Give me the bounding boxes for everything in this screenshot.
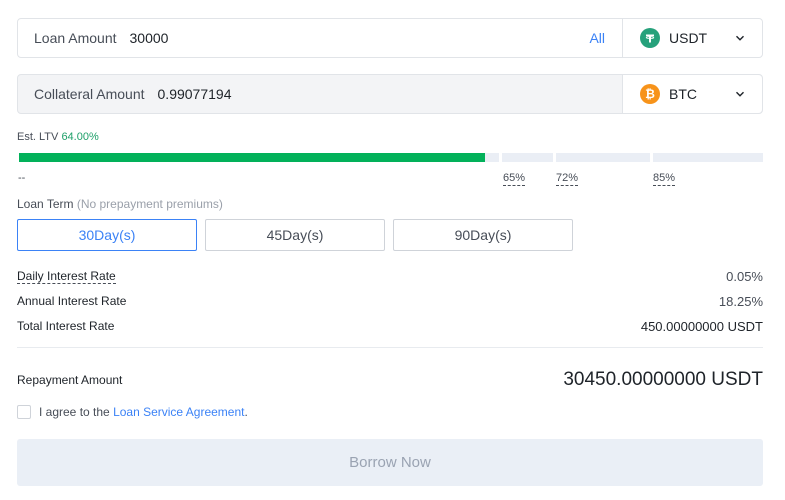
- ltv-bar-fill: [19, 153, 485, 162]
- agreement-row: I agree to the Loan Service Agreement.: [17, 405, 248, 419]
- chevron-down-icon: [736, 91, 744, 97]
- annual-interest-row: Annual Interest Rate 18.25%: [17, 294, 763, 309]
- bitcoin-icon: ₿: [640, 84, 660, 104]
- all-button[interactable]: All: [589, 30, 605, 46]
- ltv-label-text: Est. LTV: [17, 131, 59, 143]
- repayment-label: Repayment Amount: [17, 373, 123, 387]
- repayment-value: 30450.00000000 USDT: [563, 369, 763, 390]
- term-option-90[interactable]: 90Day(s): [393, 219, 573, 251]
- collateral-coin-name: BTC: [669, 86, 697, 102]
- collateral-amount-label: Collateral Amount: [34, 86, 145, 102]
- annual-interest-value: 18.25%: [718, 294, 763, 309]
- chevron-down-icon: [736, 35, 744, 41]
- daily-interest-row: Daily Interest Rate 0.05%: [17, 269, 763, 284]
- agreement-prefix: I agree to the: [39, 405, 110, 419]
- loan-term-title: Loan Term: [17, 197, 74, 211]
- total-interest-label: Total Interest Rate: [17, 319, 115, 333]
- daily-interest-value: 0.05%: [726, 269, 763, 284]
- agreement-suffix: .: [244, 405, 248, 419]
- collateral-amount-value: 0.99077194: [157, 86, 232, 102]
- ltv-label: Est. LTV 64.00%: [17, 131, 99, 143]
- ltv-start-label: --: [18, 172, 26, 184]
- collateral-coin-select[interactable]: ₿ BTC: [622, 75, 762, 113]
- borrow-now-button[interactable]: Borrow Now: [17, 439, 763, 486]
- term-option-45[interactable]: 45Day(s): [205, 219, 385, 251]
- daily-interest-label[interactable]: Daily Interest Rate: [17, 269, 116, 284]
- loan-term-note: (No prepayment premiums): [76, 197, 223, 211]
- total-interest-row: Total Interest Rate 450.00000000 USDT: [17, 319, 763, 334]
- ltv-threshold-72[interactable]: 72%: [556, 172, 579, 186]
- tether-icon: [640, 28, 660, 48]
- term-option-30[interactable]: 30Day(s): [17, 219, 197, 251]
- loan-amount-label: Loan Amount: [34, 30, 117, 46]
- loan-coin-select[interactable]: USDT: [622, 19, 762, 57]
- collateral-amount-field: Collateral Amount 0.99077194 ₿ BTC: [17, 74, 763, 114]
- total-interest-value: 450.00000000 USDT: [640, 319, 763, 334]
- ltv-threshold-85[interactable]: 85%: [653, 172, 676, 186]
- ltv-bar-segment-3: [556, 153, 650, 162]
- loan-coin-name: USDT: [669, 30, 708, 46]
- loan-service-agreement-link[interactable]: Loan Service Agreement: [113, 405, 244, 419]
- loan-term-label: Loan Term (No prepayment premiums): [17, 197, 223, 211]
- ltv-bar-segment-2: [502, 153, 553, 162]
- ltv-threshold-65[interactable]: 65%: [503, 172, 526, 186]
- loan-amount-input[interactable]: 30000: [130, 30, 590, 46]
- ltv-value: 64.00%: [61, 131, 99, 143]
- ltv-bar-segment-4: [653, 153, 763, 162]
- agreement-checkbox[interactable]: [17, 405, 31, 419]
- annual-interest-label: Annual Interest Rate: [17, 294, 127, 308]
- loan-amount-field: Loan Amount 30000 All USDT: [17, 18, 763, 58]
- divider: [17, 347, 763, 348]
